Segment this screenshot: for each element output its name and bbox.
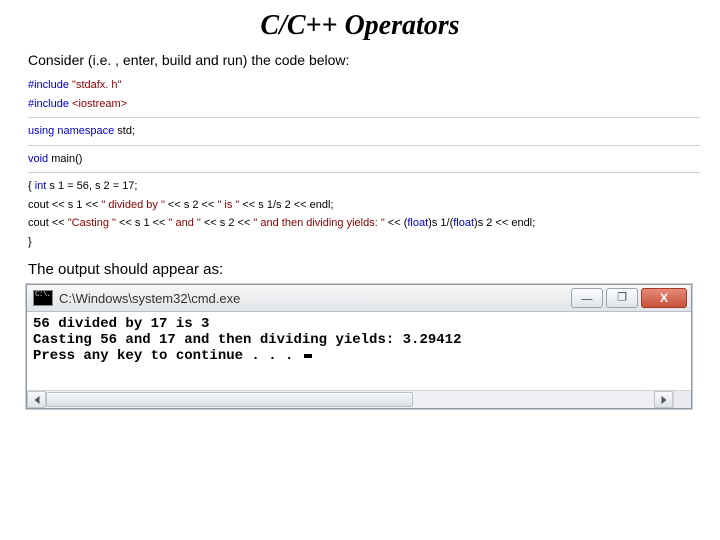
scroll-thumb[interactable] xyxy=(46,392,413,407)
include-target-1: "stdafx. h" xyxy=(72,79,121,91)
scroll-corner xyxy=(673,391,691,408)
cursor-icon xyxy=(304,354,312,358)
code-line-main-sig: void main() xyxy=(28,150,700,169)
horizontal-scrollbar[interactable] xyxy=(27,390,691,408)
console-window: C:\. C:\Windows\system32\cmd.exe — ❐ X 5… xyxy=(26,284,692,409)
brace-close: } xyxy=(28,236,32,248)
brace-open: { xyxy=(28,180,35,192)
console-line-2: Casting 56 and 17 and then dividing yiel… xyxy=(33,332,685,348)
decl-rest: s 1 = 56, s 2 = 17; xyxy=(49,180,137,192)
kw-int: int xyxy=(35,180,50,192)
str-casting: "Casting " xyxy=(68,217,116,229)
cout2-c: << s 2 << xyxy=(201,217,254,229)
code-line-body-3: cout << "Casting " << s 1 << " and " << … xyxy=(28,214,700,233)
page-title: C/C++ Operators xyxy=(20,10,700,42)
minimize-icon: — xyxy=(582,294,593,305)
separator xyxy=(28,117,700,118)
titlebar-text: C:\Windows\system32\cmd.exe xyxy=(59,291,571,306)
code-line-body-2: cout << s 1 << " divided by " << s 2 << … xyxy=(28,196,700,215)
console-body[interactable]: 56 divided by 17 is 3 Casting 56 and 17 … xyxy=(27,312,691,390)
cout1-c: << s 1/s 2 << endl; xyxy=(239,199,333,211)
cout2-a: cout << xyxy=(28,217,68,229)
console-line-3: Press any key to continue . . . xyxy=(33,348,685,364)
titlebar[interactable]: C:\. C:\Windows\system32\cmd.exe — ❐ X xyxy=(27,285,691,312)
code-line-include-2: #include <iostream> xyxy=(28,95,700,114)
scroll-left-button[interactable] xyxy=(27,391,46,408)
str-and: " and " xyxy=(169,217,201,229)
include-target-2: <iostream> xyxy=(72,98,127,110)
output-label: The output should appear as: xyxy=(28,261,700,278)
cout2-d: << ( xyxy=(385,217,408,229)
code-line-body-1: { int s 1 = 56, s 2 = 17; xyxy=(28,177,700,196)
separator xyxy=(28,145,700,146)
cout1-b: << s 2 << xyxy=(165,199,218,211)
kw-float2: float xyxy=(453,217,474,229)
window-buttons: — ❐ X xyxy=(571,288,687,308)
code-line-using: using namespace std; xyxy=(28,122,700,141)
close-button[interactable]: X xyxy=(641,288,687,308)
cmd-icon: C:\. xyxy=(33,290,53,306)
cout1-a: cout << s 1 << xyxy=(28,199,101,211)
close-icon: X xyxy=(660,292,668,304)
minimize-button[interactable]: — xyxy=(571,288,603,308)
str-divby: " divided by " xyxy=(101,199,164,211)
kw-include: #include xyxy=(28,79,72,91)
cout2-f: )s 2 << endl; xyxy=(474,217,535,229)
kw-include: #include xyxy=(28,98,72,110)
code-block: #include "stdafx. h" #include <iostream>… xyxy=(28,76,700,251)
scroll-track[interactable] xyxy=(46,391,654,408)
ns-name: std; xyxy=(117,125,135,137)
code-line-body-close: } xyxy=(28,233,700,252)
kw-void: void xyxy=(28,153,51,165)
kw-using: using xyxy=(28,125,57,137)
separator xyxy=(28,172,700,173)
kw-float1: float xyxy=(407,217,428,229)
kw-namespace: namespace xyxy=(57,125,117,137)
intro-prefix: Consider (i.e xyxy=(28,52,107,68)
scroll-right-button[interactable] xyxy=(654,391,673,408)
intro-rest: . , enter, build and run) the code below… xyxy=(107,52,349,68)
intro-text: Consider (i.e. , enter, build and run) t… xyxy=(28,52,692,68)
str-then: " and then dividing yields: " xyxy=(253,217,384,229)
maximize-button[interactable]: ❐ xyxy=(606,288,638,308)
maximize-icon: ❐ xyxy=(617,293,627,304)
console-line-1: 56 divided by 17 is 3 xyxy=(33,316,685,332)
console-line-3-text: Press any key to continue . . . xyxy=(33,348,302,364)
main-decl: main() xyxy=(51,153,82,165)
str-is: " is " xyxy=(217,199,239,211)
code-line-include-1: #include "stdafx. h" xyxy=(28,76,700,95)
cout2-b: << s 1 << xyxy=(116,217,169,229)
cout2-e: )s 1/( xyxy=(428,217,453,229)
